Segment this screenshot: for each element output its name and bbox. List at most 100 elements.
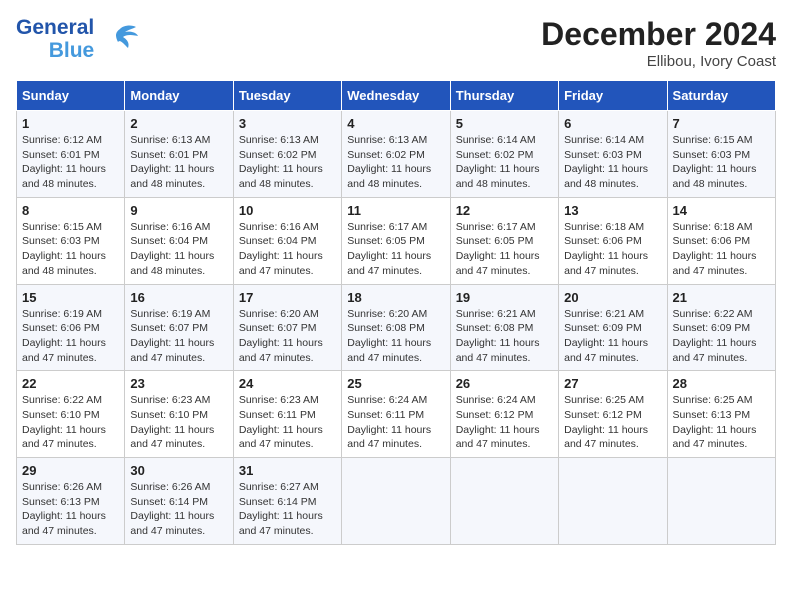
day-info-line: Daylight: 11 hours [456, 336, 553, 351]
day-info-line: Sunset: 6:05 PM [347, 234, 444, 249]
day-info-line: Daylight: 11 hours [130, 423, 227, 438]
day-number: 19 [456, 290, 553, 305]
day-info-line: and 47 minutes. [347, 264, 444, 279]
day-info-line: Sunrise: 6:21 AM [564, 307, 661, 322]
day-info-line: Sunset: 6:08 PM [456, 321, 553, 336]
day-number: 28 [673, 376, 770, 391]
day-content: Sunrise: 6:13 AMSunset: 6:02 PMDaylight:… [347, 133, 444, 192]
day-info-line: Sunset: 6:04 PM [130, 234, 227, 249]
day-info-line: and 47 minutes. [130, 351, 227, 366]
day-info-line: Sunrise: 6:26 AM [130, 480, 227, 495]
day-number: 29 [22, 463, 119, 478]
day-info-line: Daylight: 11 hours [239, 336, 336, 351]
col-header-monday: Monday [125, 81, 233, 111]
day-info-line: Daylight: 11 hours [22, 509, 119, 524]
day-info-line: Sunrise: 6:22 AM [673, 307, 770, 322]
calendar-cell: 22Sunrise: 6:22 AMSunset: 6:10 PMDayligh… [17, 371, 125, 458]
day-number: 10 [239, 203, 336, 218]
day-number: 15 [22, 290, 119, 305]
day-info-line: Daylight: 11 hours [673, 162, 770, 177]
calendar-cell: 16Sunrise: 6:19 AMSunset: 6:07 PMDayligh… [125, 284, 233, 371]
day-info-line: Sunrise: 6:25 AM [673, 393, 770, 408]
day-info-line: Daylight: 11 hours [239, 423, 336, 438]
col-header-tuesday: Tuesday [233, 81, 341, 111]
col-header-friday: Friday [559, 81, 667, 111]
day-info-line: Daylight: 11 hours [130, 509, 227, 524]
day-info-line: Daylight: 11 hours [673, 423, 770, 438]
day-number: 17 [239, 290, 336, 305]
day-number: 22 [22, 376, 119, 391]
day-info-line: Sunset: 6:10 PM [130, 408, 227, 423]
day-info-line: Sunrise: 6:14 AM [456, 133, 553, 148]
day-info-line: Sunset: 6:05 PM [456, 234, 553, 249]
day-info-line: Daylight: 11 hours [130, 249, 227, 264]
day-info-line: Sunrise: 6:27 AM [239, 480, 336, 495]
day-info-line: Daylight: 11 hours [456, 162, 553, 177]
day-content: Sunrise: 6:14 AMSunset: 6:02 PMDaylight:… [456, 133, 553, 192]
day-info-line: Sunset: 6:01 PM [22, 148, 119, 163]
day-info-line: and 48 minutes. [22, 264, 119, 279]
day-info-line: Sunrise: 6:25 AM [564, 393, 661, 408]
day-content: Sunrise: 6:26 AMSunset: 6:14 PMDaylight:… [130, 480, 227, 539]
calendar-cell: 9 Sunrise: 6:16 AMSunset: 6:04 PMDaylight… [125, 197, 233, 284]
day-content: Sunrise: 6:19 AMSunset: 6:07 PMDaylight:… [130, 307, 227, 366]
day-number: 20 [564, 290, 661, 305]
day-info-line: and 47 minutes. [239, 524, 336, 539]
day-info-line: Sunrise: 6:17 AM [347, 220, 444, 235]
day-info-line: Daylight: 11 hours [347, 423, 444, 438]
day-info-line: Sunrise: 6:18 AM [673, 220, 770, 235]
day-info-line: and 47 minutes. [22, 524, 119, 539]
calendar-cell: 5Sunrise: 6:14 AMSunset: 6:02 PMDaylight… [450, 111, 558, 198]
day-content: Sunrise: 6:20 AMSunset: 6:08 PMDaylight:… [347, 307, 444, 366]
day-number: 21 [673, 290, 770, 305]
day-info-line: Daylight: 11 hours [22, 423, 119, 438]
day-info-line: Sunset: 6:13 PM [673, 408, 770, 423]
day-info-line: Daylight: 11 hours [456, 423, 553, 438]
day-info-line: Sunset: 6:14 PM [130, 495, 227, 510]
day-number: 26 [456, 376, 553, 391]
day-info-line: Daylight: 11 hours [239, 162, 336, 177]
day-number: 14 [673, 203, 770, 218]
day-info-line: Sunrise: 6:23 AM [130, 393, 227, 408]
day-info-line: Sunrise: 6:18 AM [564, 220, 661, 235]
day-info-line: Sunrise: 6:20 AM [347, 307, 444, 322]
day-info-line: and 47 minutes. [239, 351, 336, 366]
day-info-line: Sunrise: 6:22 AM [22, 393, 119, 408]
col-header-sunday: Sunday [17, 81, 125, 111]
day-number: 9 [130, 203, 227, 218]
day-number: 30 [130, 463, 227, 478]
day-info-line: Sunset: 6:12 PM [456, 408, 553, 423]
day-info-line: Daylight: 11 hours [564, 249, 661, 264]
day-info-line: Sunset: 6:14 PM [239, 495, 336, 510]
day-info-line: Sunset: 6:07 PM [239, 321, 336, 336]
day-number: 25 [347, 376, 444, 391]
day-info-line: and 47 minutes. [673, 264, 770, 279]
day-info-line: Sunrise: 6:15 AM [673, 133, 770, 148]
day-content: Sunrise: 6:25 AMSunset: 6:12 PMDaylight:… [564, 393, 661, 452]
logo-general: General [16, 16, 94, 39]
day-info-line: Daylight: 11 hours [456, 249, 553, 264]
day-content: Sunrise: 6:13 AMSunset: 6:01 PMDaylight:… [130, 133, 227, 192]
day-info-line: Sunrise: 6:19 AM [130, 307, 227, 322]
day-content: Sunrise: 6:19 AMSunset: 6:06 PMDaylight:… [22, 307, 119, 366]
col-header-wednesday: Wednesday [342, 81, 450, 111]
day-info-line: Sunset: 6:02 PM [456, 148, 553, 163]
day-info-line: and 48 minutes. [239, 177, 336, 192]
header: General Blue December 2024 Ellibou, Ivor… [16, 16, 776, 70]
calendar-cell: 21Sunrise: 6:22 AMSunset: 6:09 PMDayligh… [667, 284, 775, 371]
calendar-cell: 24Sunrise: 6:23 AMSunset: 6:11 PMDayligh… [233, 371, 341, 458]
calendar-cell: 3Sunrise: 6:13 AMSunset: 6:02 PMDaylight… [233, 111, 341, 198]
day-info-line: Sunrise: 6:16 AM [239, 220, 336, 235]
calendar-cell: 10Sunrise: 6:16 AMSunset: 6:04 PMDayligh… [233, 197, 341, 284]
calendar-cell: 7Sunrise: 6:15 AMSunset: 6:03 PMDaylight… [667, 111, 775, 198]
day-info-line: and 47 minutes. [239, 437, 336, 452]
title-area: December 2024 Ellibou, Ivory Coast [541, 16, 776, 70]
calendar-cell: 25Sunrise: 6:24 AMSunset: 6:11 PMDayligh… [342, 371, 450, 458]
calendar-cell: 23Sunrise: 6:23 AMSunset: 6:10 PMDayligh… [125, 371, 233, 458]
day-info-line: Sunrise: 6:16 AM [130, 220, 227, 235]
calendar-cell [559, 458, 667, 545]
day-info-line: and 47 minutes. [22, 437, 119, 452]
day-info-line: and 48 minutes. [130, 264, 227, 279]
day-info-line: and 47 minutes. [239, 264, 336, 279]
day-content: Sunrise: 6:23 AMSunset: 6:11 PMDaylight:… [239, 393, 336, 452]
